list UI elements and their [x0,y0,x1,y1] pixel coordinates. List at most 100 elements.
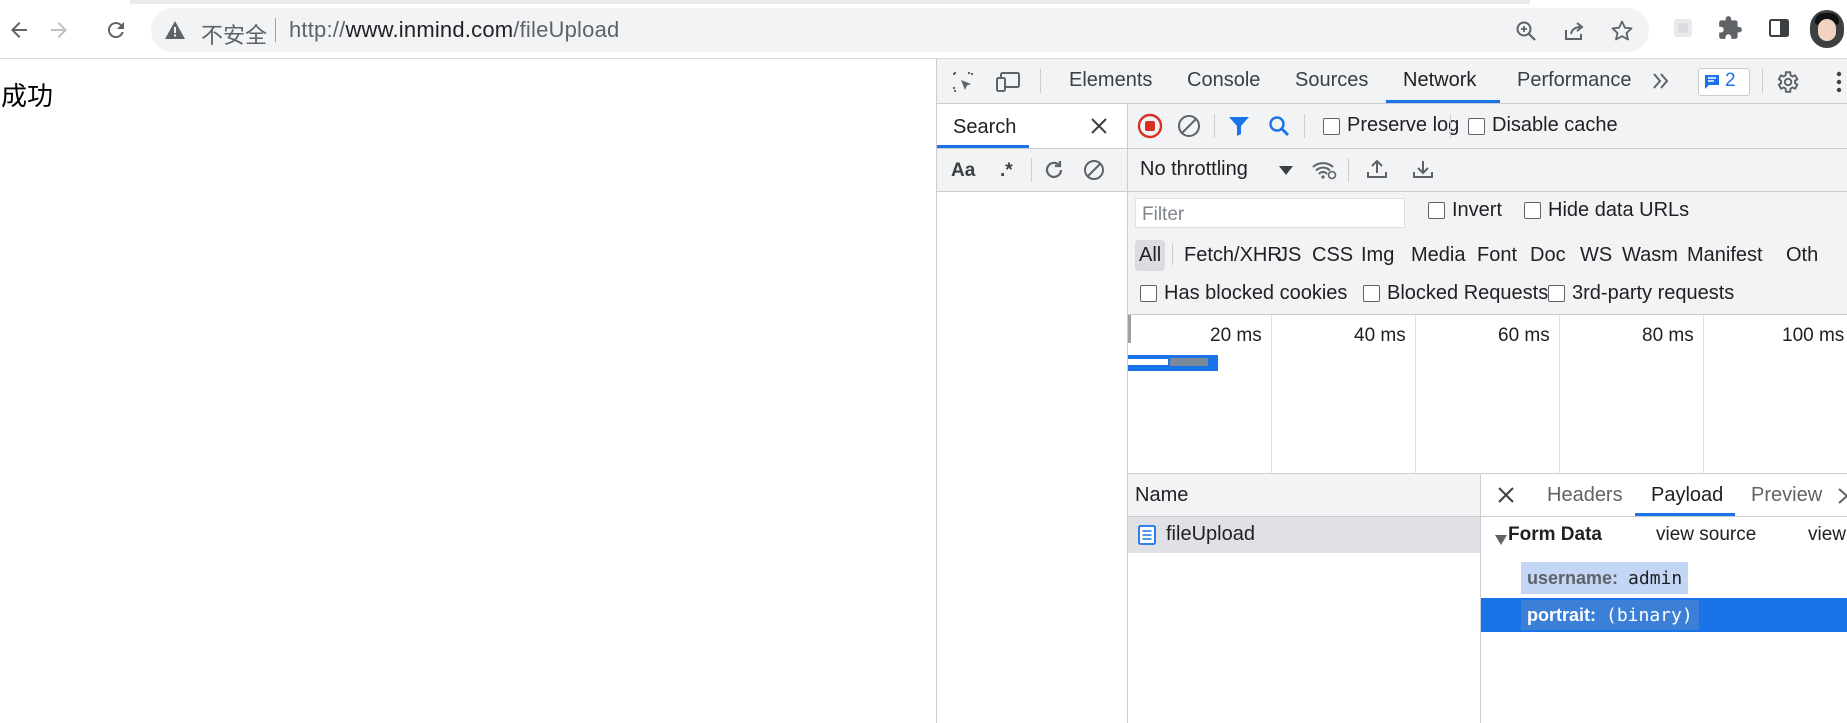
side-panel-icon[interactable] [1764,13,1794,43]
share-icon[interactable] [1562,19,1586,43]
search-header: Search [937,104,1127,149]
device-toolbar-icon[interactable] [996,70,1022,99]
zoom-icon[interactable] [1514,19,1538,43]
tab-performance[interactable]: Performance [1517,69,1632,92]
search-toolbar: Aa .* [937,149,1127,192]
third-party-checkbox[interactable] [1548,285,1565,302]
tab-preview[interactable]: Preview [1751,484,1822,507]
hide-data-urls-checkbox[interactable] [1524,202,1541,219]
tab-sources[interactable]: Sources [1295,69,1368,92]
tab-network[interactable]: Network [1403,69,1476,92]
refresh-search-icon[interactable] [1042,158,1066,187]
view-source-link[interactable]: view source [1656,524,1756,546]
stop-recording-icon[interactable] [1137,113,1163,144]
extension-icon[interactable] [1668,13,1698,43]
tool-divider [1348,158,1349,182]
throttling-select[interactable]: No throttling [1140,158,1248,181]
preserve-log-checkbox[interactable] [1323,118,1340,135]
tab-elements[interactable]: Elements [1069,69,1152,92]
tool-divider [1450,114,1451,138]
export-har-icon[interactable] [1411,157,1435,186]
view-decoded-link[interactable]: view [1808,524,1846,546]
type-filter-ws[interactable]: WS [1576,240,1616,271]
warning-icon[interactable] [165,21,185,44]
throttling-toolbar: No throttling [1128,149,1847,192]
filter-input[interactable]: Filter [1135,198,1405,228]
disable-cache-label: Disable cache [1492,114,1618,136]
form-field-row-selected[interactable]: portrait: (binary) [1481,598,1847,632]
url-text[interactable]: http://www.inmind.com/fileUpload [289,17,619,43]
overview-gridline [1415,315,1416,473]
close-detail-icon[interactable] [1497,486,1515,509]
type-filter-manifest[interactable]: Manifest [1683,240,1767,271]
devtools-tab-bar: Elements Console Sources Network Perform… [937,59,1847,104]
overview-left-handle[interactable] [1128,315,1131,343]
type-filter-fetch-xhr[interactable]: Fetch/XHR [1180,240,1286,271]
form-field-row[interactable]: username: admin [1521,562,1689,594]
bookmark-star-icon[interactable] [1610,19,1634,43]
tab-payload[interactable]: Payload [1651,484,1723,507]
message-icon [1705,75,1719,89]
omnibox-divider [275,18,276,42]
clear-log-icon[interactable] [1177,114,1201,143]
disable-cache-checkbox[interactable] [1468,118,1485,135]
url-scheme: http:// [289,17,346,42]
filter-funnel-icon[interactable] [1227,114,1251,143]
preserve-log-label: Preserve log [1347,114,1460,136]
match-case-button[interactable]: Aa [951,160,975,182]
tab-console[interactable]: Console [1187,69,1260,92]
inspect-element-icon[interactable] [951,70,975,99]
reload-button[interactable] [99,13,133,47]
has-blocked-cookies-label: Has blocked cookies [1164,282,1348,304]
field-key: username: [1527,567,1619,588]
tab-divider [1762,69,1763,93]
close-search-icon[interactable] [1090,117,1108,140]
dropdown-arrow-icon[interactable] [1279,163,1293,181]
back-button[interactable] [2,13,36,47]
type-filter-font[interactable]: Font [1473,240,1521,271]
search-magnifier-icon[interactable] [1267,114,1291,143]
issues-badge[interactable]: 2 [1698,68,1750,96]
more-tabs-chevron-icon[interactable] [1650,70,1672,97]
regex-button[interactable]: .* [1000,160,1013,182]
clear-search-icon[interactable] [1082,158,1106,187]
browser-toolbar: 不安全 http://www.inmind.com/fileUpload [0,0,1847,59]
has-blocked-cookies-checkbox[interactable] [1140,285,1157,302]
type-filter-css[interactable]: CSS [1308,240,1357,271]
import-har-icon[interactable] [1365,157,1389,186]
name-column-header[interactable]: Name [1128,474,1480,517]
invert-checkbox[interactable] [1428,202,1445,219]
request-row[interactable]: fileUpload [1128,517,1480,553]
document-icon [1138,525,1156,550]
field-value: (binary) [1606,604,1693,626]
type-filter-doc[interactable]: Doc [1526,240,1570,271]
security-label[interactable]: 不安全 [201,18,267,50]
address-bar[interactable]: 不安全 http://www.inmind.com/fileUpload [151,8,1649,52]
profile-avatar[interactable] [1810,10,1844,48]
bar-download-segment [1170,358,1208,366]
blocked-requests-checkbox[interactable] [1363,285,1380,302]
search-tab[interactable]: Search [953,116,1016,139]
type-filter-media[interactable]: Media [1407,240,1469,271]
request-detail: Headers Payload Preview Form Data view s… [1481,474,1847,723]
forward-button[interactable] [42,13,76,47]
extensions-puzzle-icon[interactable] [1715,13,1745,43]
tick-40ms: 40 ms [1354,325,1406,346]
type-filter-wasm[interactable]: Wasm [1618,240,1682,271]
form-data-title[interactable]: Form Data [1508,524,1602,546]
more-options-icon[interactable] [1835,69,1843,100]
overview-gridline [1271,315,1272,473]
type-filter-all[interactable]: All [1135,240,1166,271]
search-tab-indicator [937,145,1029,148]
more-detail-tabs-icon[interactable] [1837,487,1847,510]
tab-divider [1040,69,1041,93]
network-conditions-icon[interactable] [1311,158,1337,187]
type-filter-js[interactable]: JS [1274,240,1305,271]
settings-gear-icon[interactable] [1774,69,1800,100]
type-filter-img[interactable]: Img [1357,240,1398,271]
resource-type-filters: All Fetch/XHR JS CSS Img Media Font Doc … [1128,234,1847,274]
type-filter-other[interactable]: Oth [1782,240,1822,271]
tab-headers[interactable]: Headers [1547,484,1623,507]
selected-field-highlight: portrait: (binary) [1521,600,1699,630]
expand-triangle-icon[interactable] [1495,532,1507,550]
